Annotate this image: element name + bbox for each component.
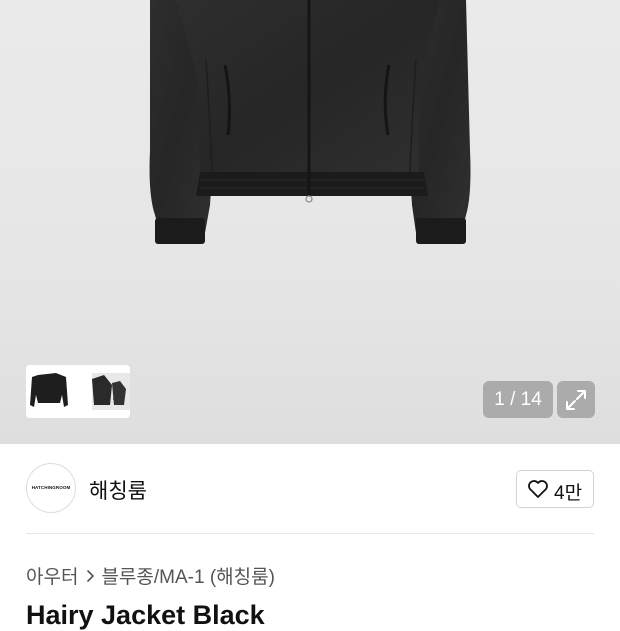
- chevron-right-icon[interactable]: [112, 383, 124, 401]
- like-count: 4만: [554, 483, 583, 504]
- expand-icon: [566, 390, 586, 410]
- breadcrumb-category[interactable]: 아우터: [26, 562, 78, 589]
- image-counter: 1 / 14: [483, 381, 553, 418]
- heart-icon: [528, 480, 548, 498]
- breadcrumb: 아우터 블루종/MA-1 (해칭룸): [26, 562, 275, 589]
- divider: [26, 533, 594, 534]
- product-image[interactable]: 1 / 14: [0, 0, 620, 444]
- like-button[interactable]: 4만: [516, 470, 594, 508]
- brand-logo-text: HATCHINGROOM: [31, 485, 71, 490]
- chevron-right-icon: [86, 569, 95, 583]
- brand-name[interactable]: 해칭룸: [89, 475, 147, 505]
- breadcrumb-subcategory[interactable]: 블루종/MA-1 (해칭룸): [101, 562, 275, 589]
- product-title: Hairy Jacket Black: [26, 600, 265, 630]
- brand-row: HATCHINGROOM 해칭룸 4만: [26, 463, 594, 514]
- brand-logo[interactable]: HATCHINGROOM: [26, 463, 76, 513]
- expand-button[interactable]: [557, 381, 595, 418]
